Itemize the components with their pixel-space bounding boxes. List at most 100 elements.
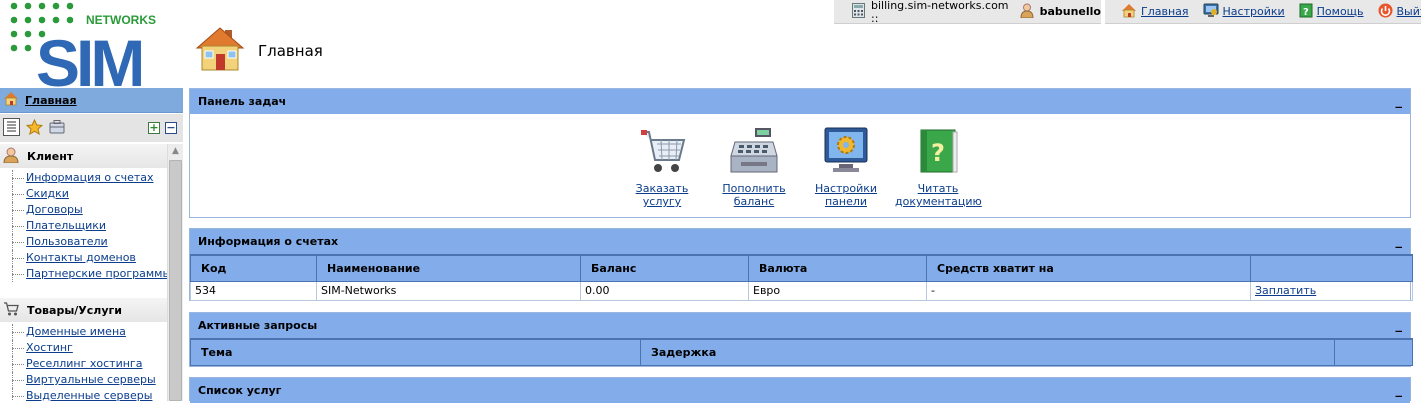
sidebar-item-dedicated[interactable]: Выделенные серверы bbox=[12, 388, 183, 401]
cell-balance: 0.00 bbox=[580, 280, 749, 301]
cell-action: Заплатить bbox=[1250, 280, 1413, 301]
task-label-line1[interactable]: Пополнить bbox=[714, 182, 794, 195]
task-label-line1[interactable]: Читать bbox=[895, 182, 981, 195]
sidebar-item-partner-programs[interactable]: Партнерские программы bbox=[12, 266, 183, 282]
accounts-panel: Информация о счетах _ Код Наименование Б… bbox=[189, 228, 1413, 301]
sidebar-item-domain-contacts[interactable]: Контакты доменов bbox=[12, 250, 183, 266]
requests-panel-header: Активные запросы _ bbox=[190, 313, 1410, 338]
expand-all-icon[interactable]: + bbox=[148, 122, 160, 134]
sim-networks-logo: NETWORKS SIM bbox=[8, 0, 168, 100]
sidebar-item-billing-info[interactable]: Информация о счетах bbox=[12, 170, 183, 186]
nav-home[interactable]: Главная bbox=[1121, 3, 1189, 21]
home-icon bbox=[1121, 3, 1137, 21]
sidebar-item-label[interactable]: Плательщики bbox=[26, 219, 106, 232]
sidebar-group-title: Клиент bbox=[27, 149, 74, 163]
collapse-panel-button[interactable]: _ bbox=[1396, 318, 1403, 333]
sidebar-item-contracts[interactable]: Договоры bbox=[12, 202, 183, 218]
panel-title: Информация о счетах bbox=[198, 235, 339, 248]
collapse-panel-button[interactable]: _ bbox=[1396, 94, 1403, 109]
sidebar-client-list: Информация о счетах Скидки Договоры Плат… bbox=[0, 168, 183, 290]
help-icon: ? bbox=[1299, 3, 1313, 21]
nav-settings-label[interactable]: Настройки bbox=[1223, 5, 1285, 18]
favorites-icon[interactable] bbox=[25, 118, 44, 138]
sidebar-item-label[interactable]: Хостинг bbox=[26, 341, 73, 354]
sidebar-item-users[interactable]: Пользователи bbox=[12, 234, 183, 250]
sidebar-toolbar: + − bbox=[0, 114, 183, 142]
tasks-panel-body: Заказать услугу Пополнить баланс Настрой… bbox=[190, 114, 1410, 217]
sidebar-home[interactable]: Главная bbox=[0, 88, 183, 113]
client-icon bbox=[3, 147, 19, 166]
column-header[interactable]: Баланс bbox=[580, 254, 749, 282]
sidebar-item-reselling[interactable]: Реселлинг хостинга bbox=[12, 356, 183, 372]
sidebar-item-vps[interactable]: Виртуальные серверы bbox=[12, 372, 183, 388]
collapse-panel-button[interactable]: _ bbox=[1396, 234, 1403, 249]
task-order-service[interactable]: Заказать услугу bbox=[622, 126, 702, 208]
briefcase-icon[interactable] bbox=[49, 119, 65, 137]
column-header[interactable]: Средств хватит на bbox=[926, 254, 1251, 282]
sidebar-item-label[interactable]: Контакты доменов bbox=[26, 251, 136, 264]
sidebar-products-list: Доменные имена Хостинг Реселлинг хостинг… bbox=[0, 322, 183, 401]
shopping-cart-icon[interactable] bbox=[637, 126, 687, 176]
collapse-panel-button[interactable]: _ bbox=[1396, 383, 1403, 398]
task-top-up-balance[interactable]: Пополнить баланс bbox=[714, 126, 794, 208]
sidebar-item-label[interactable]: Реселлинг хостинга bbox=[26, 357, 142, 370]
pay-link[interactable]: Заплатить bbox=[1255, 284, 1316, 297]
task-label-line2[interactable]: панели bbox=[806, 195, 886, 208]
collapse-all-icon[interactable]: − bbox=[165, 122, 177, 134]
column-header bbox=[1334, 338, 1413, 366]
nav-logout[interactable]: Выйти bbox=[1378, 3, 1421, 21]
user-icon bbox=[1020, 3, 1034, 21]
services-panel: Список услуг _ bbox=[189, 377, 1411, 403]
scrollbar-thumb[interactable] bbox=[169, 160, 182, 401]
nav-help-label[interactable]: Помощь bbox=[1317, 5, 1364, 18]
table-row: 534 SIM-Networks 0.00 Евро - Заплатить bbox=[190, 280, 1413, 301]
task-label-line2[interactable]: услугу bbox=[622, 195, 702, 208]
sidebar-group-client[interactable]: Клиент bbox=[0, 144, 183, 168]
column-header[interactable]: Задержка bbox=[640, 338, 1335, 366]
nav-logout-label[interactable]: Выйти bbox=[1397, 5, 1421, 18]
accounts-panel-header: Информация о счетах _ bbox=[190, 229, 1410, 254]
nav-help[interactable]: ? Помощь bbox=[1299, 3, 1364, 21]
requests-table: Тема Задержка bbox=[190, 338, 1413, 366]
column-header[interactable]: Код bbox=[190, 254, 317, 282]
task-panel-settings[interactable]: Настройки панели bbox=[806, 126, 886, 208]
cell-currency: Евро bbox=[748, 280, 927, 301]
sidebar-scrollbar[interactable]: ▲ bbox=[167, 144, 183, 401]
column-header[interactable]: Валюта bbox=[748, 254, 927, 282]
tasks-panel: Панель задач _ Заказать услугу Пополнить… bbox=[189, 88, 1411, 218]
account-info: billing.sim-networks.com :: babunello bbox=[834, 0, 1101, 25]
sidebar-item-label[interactable]: Договоры bbox=[26, 203, 83, 216]
nav-home-label[interactable]: Главная bbox=[1141, 5, 1189, 18]
sidebar-item-label[interactable]: Информация о счетах bbox=[26, 171, 154, 184]
sidebar-item-hosting[interactable]: Хостинг bbox=[12, 340, 183, 356]
help-book-icon[interactable]: ? bbox=[913, 126, 963, 176]
sidebar-item-payers[interactable]: Плательщики bbox=[12, 218, 183, 234]
sidebar-item-discounts[interactable]: Скидки bbox=[12, 186, 183, 202]
sidebar-item-label[interactable]: Скидки bbox=[26, 187, 69, 200]
sidebar-item-domains[interactable]: Доменные имена bbox=[12, 324, 183, 340]
nav-settings[interactable]: Настройки bbox=[1203, 3, 1285, 21]
sidebar-item-label[interactable]: Партнерские программы bbox=[26, 267, 171, 280]
sidebar-home-label[interactable]: Главная bbox=[25, 94, 77, 107]
task-label-line1[interactable]: Заказать bbox=[622, 182, 702, 195]
sidebar-item-label[interactable]: Выделенные серверы bbox=[26, 389, 152, 401]
column-header[interactable]: Наименование bbox=[316, 254, 581, 282]
sidebar-item-label[interactable]: Виртуальные серверы bbox=[26, 373, 156, 386]
sidebar-tree: Клиент Информация о счетах Скидки Догово… bbox=[0, 144, 183, 401]
requests-panel: Активные запросы _ Тема Задержка bbox=[189, 312, 1413, 367]
scroll-up-icon[interactable]: ▲ bbox=[168, 144, 183, 158]
task-label-line2[interactable]: баланс bbox=[714, 195, 794, 208]
house-icon bbox=[195, 26, 245, 72]
task-label-line2[interactable]: документацию bbox=[895, 195, 982, 208]
column-header[interactable]: Тема bbox=[190, 338, 641, 366]
sidebar-group-products[interactable]: Товары/Услуги bbox=[0, 298, 183, 322]
task-read-docs[interactable]: ? Читать документацию bbox=[895, 126, 982, 208]
sidebar-item-label[interactable]: Пользователи bbox=[26, 235, 108, 248]
monitor-settings-icon[interactable] bbox=[821, 126, 871, 176]
svg-text:SIM: SIM bbox=[36, 26, 141, 88]
tree-view-icon[interactable] bbox=[3, 117, 20, 139]
cash-register-icon[interactable] bbox=[729, 126, 779, 176]
sidebar-item-label[interactable]: Доменные имена bbox=[26, 325, 126, 338]
table-header-row: Код Наименование Баланс Валюта Средств х… bbox=[190, 254, 1413, 282]
task-label-line1[interactable]: Настройки bbox=[806, 182, 886, 195]
